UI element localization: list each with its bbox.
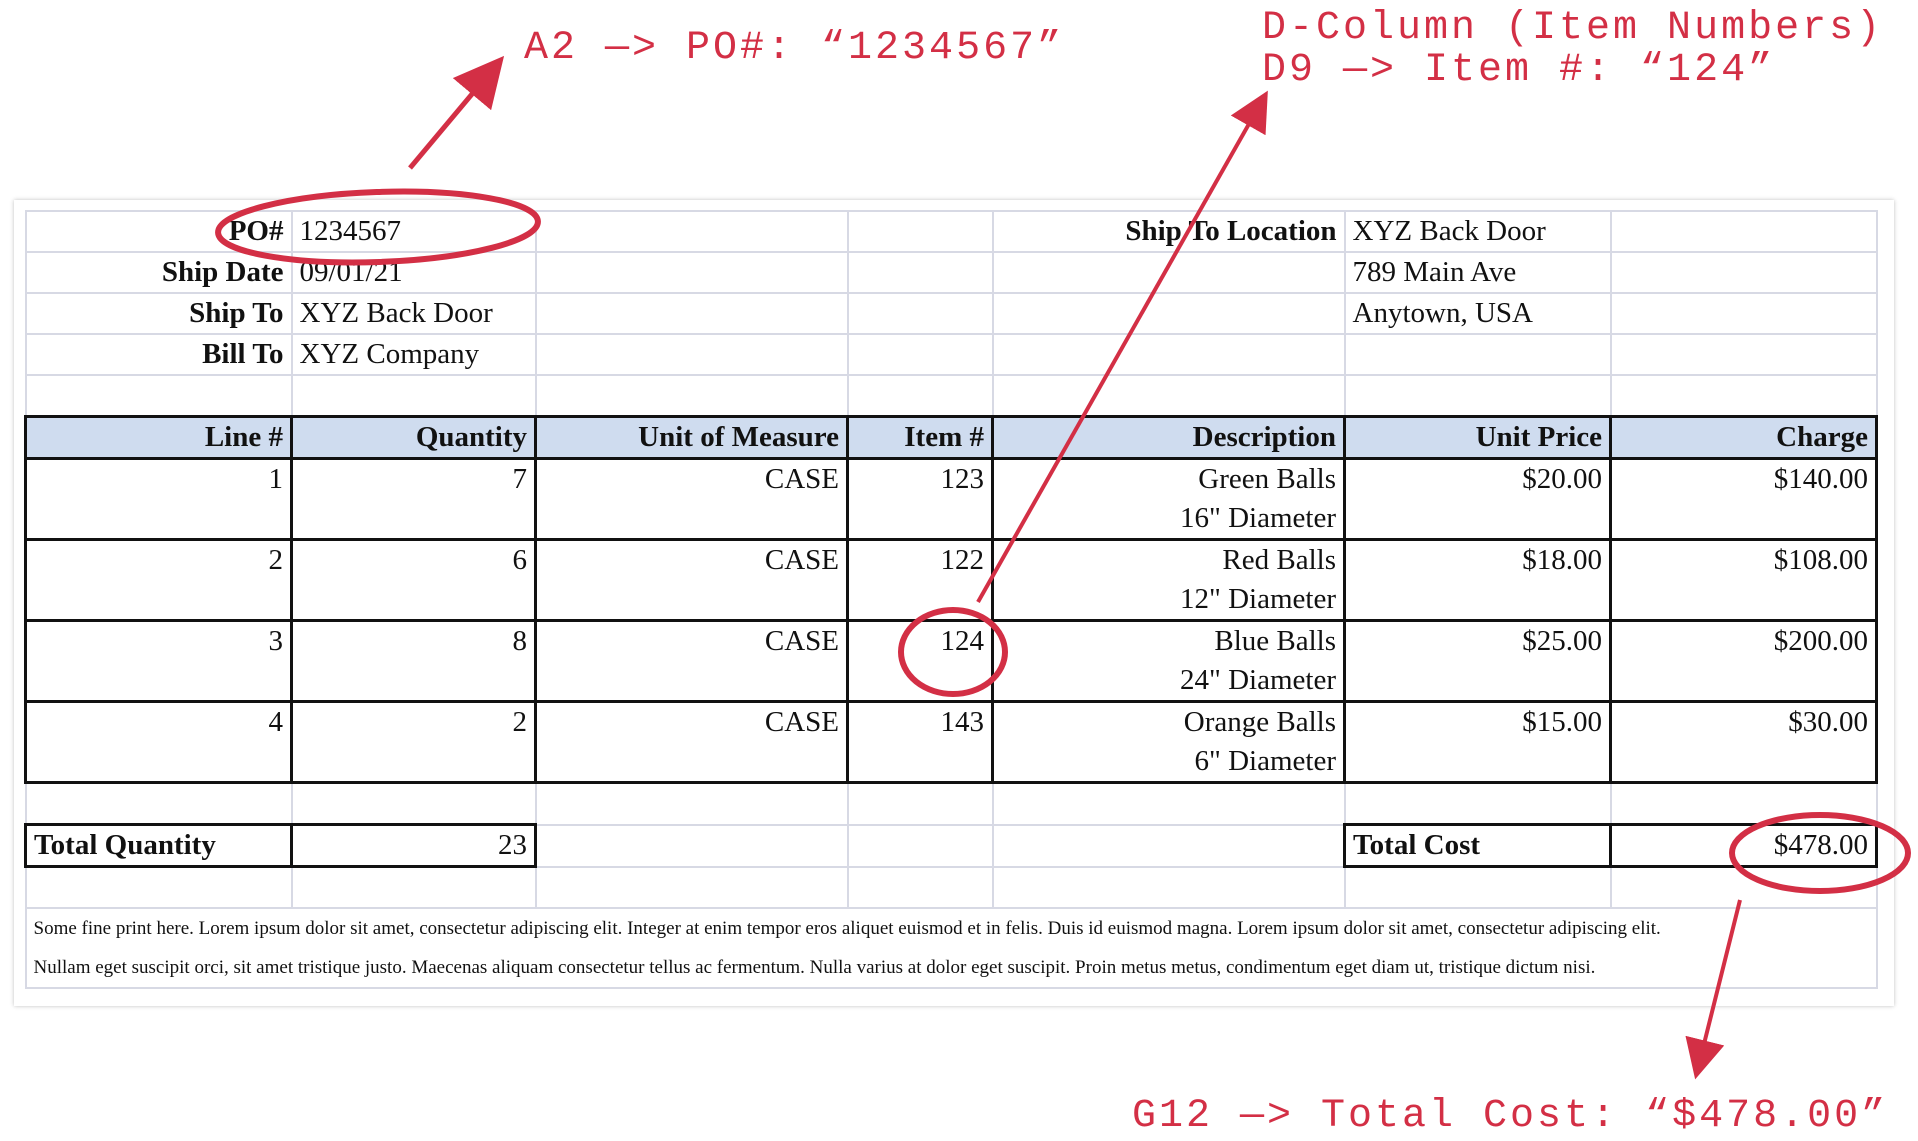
cost-circle [1729,812,1911,894]
cost-arrow [1685,899,1742,1080]
po-circle [215,188,541,266]
po-arrow [408,55,505,170]
item-annotation: D9 —> Item #: “124” [1262,48,1776,93]
item-arrow [976,90,1268,603]
po-annotation: A2 —> PO#: “1234567” [524,26,1065,71]
cost-annotation: G12 —> Total Cost: “$478.00” [1132,1094,1889,1139]
item-circle [898,607,1008,697]
annotation-overlay [215,55,1911,1080]
item-column-annotation: D-Column (Item Numbers) [1262,6,1884,51]
